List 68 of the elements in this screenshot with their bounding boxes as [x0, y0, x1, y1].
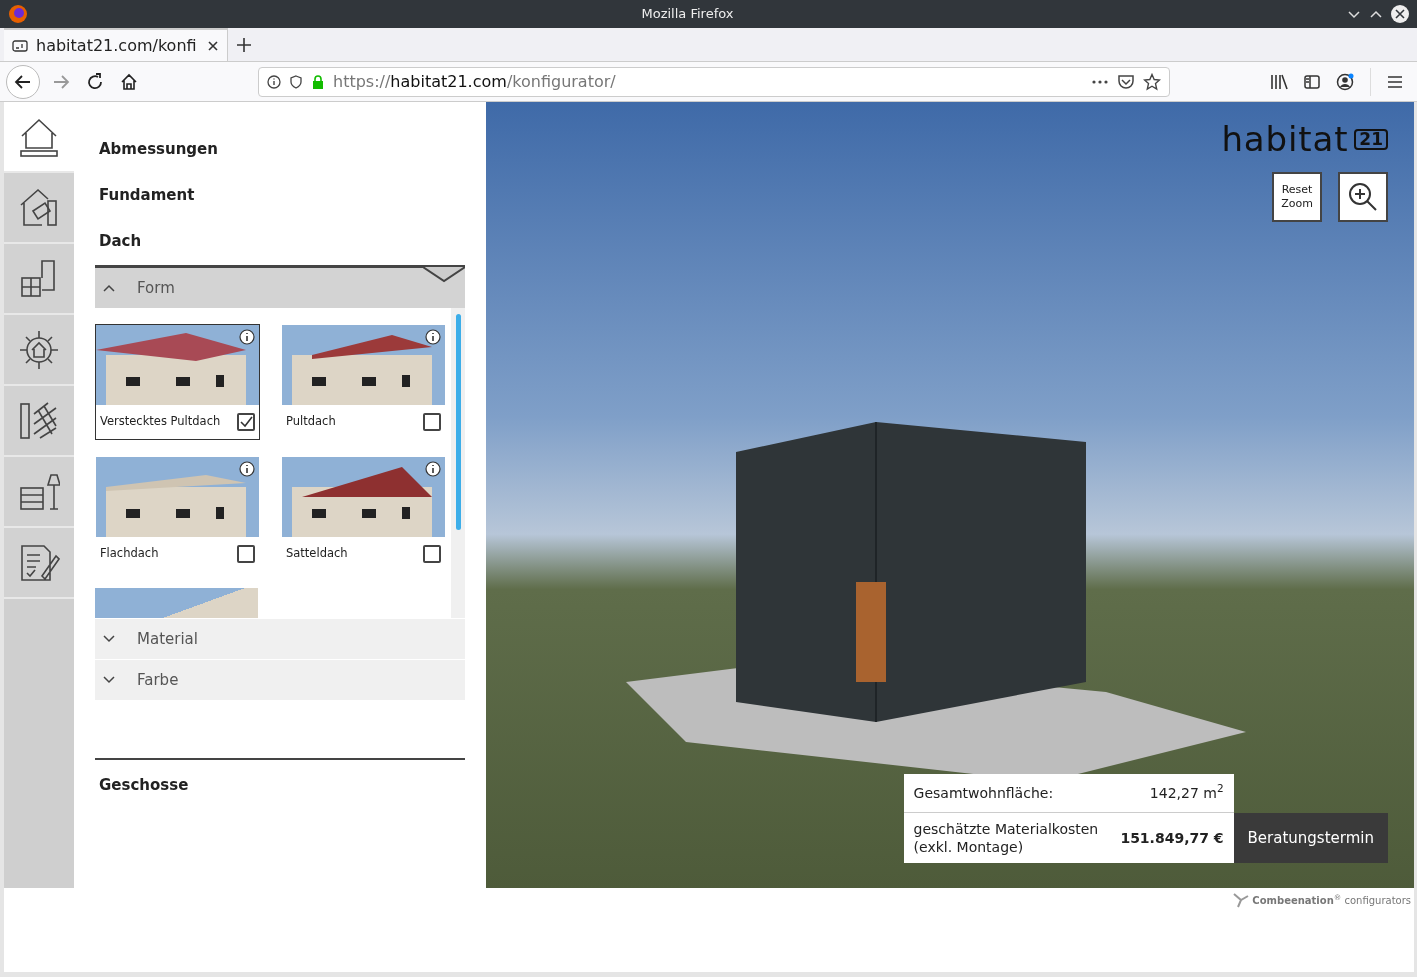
- accordion-header[interactable]: Form: [95, 268, 465, 308]
- back-arrow-icon: [14, 72, 32, 91]
- info-icon[interactable]: [267, 74, 281, 89]
- sidebar-icon[interactable]: [1304, 74, 1320, 89]
- close-icon[interactable]: [207, 39, 219, 52]
- checkbox[interactable]: [423, 545, 441, 563]
- browser-tab[interactable]: habitat21.com/konfi: [4, 28, 228, 61]
- padlock-icon: [311, 74, 325, 89]
- option-label: Satteldach: [286, 545, 348, 563]
- info-icon[interactable]: [239, 329, 255, 345]
- reload-icon[interactable]: [86, 72, 104, 91]
- gear-house-icon: [18, 328, 60, 371]
- chevron-down-icon: [103, 635, 115, 643]
- bee-logo-icon: [1232, 892, 1251, 908]
- roof-option-card[interactable]: Verstecktes Pultdach: [95, 324, 260, 440]
- url-text: https://habitat21.com/konfigurator/: [333, 70, 617, 93]
- home-icon[interactable]: [120, 72, 138, 91]
- checkbox[interactable]: [423, 413, 441, 431]
- info-icon[interactable]: [425, 329, 441, 345]
- area-value: 142,27 m$^{2}$: [1149, 782, 1224, 803]
- info-icon[interactable]: [425, 461, 441, 477]
- logo-badge: 21: [1354, 128, 1388, 150]
- option-label: Flachdach: [100, 545, 159, 563]
- accordion-header[interactable]: Material: [95, 619, 465, 659]
- side-nav-item[interactable]: [4, 102, 74, 173]
- new-tab-icon[interactable]: [236, 37, 252, 53]
- accordion-header[interactable]: Farbe: [95, 660, 465, 700]
- section-heading[interactable]: Abmessungen: [95, 140, 465, 159]
- option-label: Verstecktes Pultdach: [100, 413, 221, 431]
- section-heading[interactable]: Fundament: [95, 186, 465, 205]
- option-label: Pultdach: [286, 413, 336, 431]
- cost-label: geschätzte Materialkosten (exkl. Montage): [913, 820, 1100, 856]
- checkbox[interactable]: [237, 413, 255, 431]
- address-bar[interactable]: https://habitat21.com/konfigurator/: [258, 66, 1170, 97]
- area-label: Gesamtwohnfläche:: [913, 783, 1054, 803]
- chevron-down-icon: [103, 676, 115, 684]
- zoom-in-button[interactable]: [1338, 172, 1388, 222]
- chevron-up-icon: [103, 284, 115, 292]
- footer-credit[interactable]: Combeenation$^{®}$ configurators: [1252, 892, 1411, 908]
- scene-viewer[interactable]: habitat 21 Reset Zoom Gesamtwohnfläche: 142,27 m$^{2}$ geschätzte Materialkosten (exkl. Montage) 151.849,77 € Beratungstermin: [486, 102, 1414, 888]
- tab-favicon-icon: [12, 39, 28, 52]
- roof-option-card[interactable]: Pultdach: [281, 324, 446, 440]
- panels-icon: [18, 399, 60, 442]
- firefox-logo-icon: [8, 4, 28, 24]
- section-heading[interactable]: Dach: [95, 232, 465, 251]
- zoom-in-icon: [1347, 181, 1379, 213]
- reset-zoom-button[interactable]: Reset Zoom: [1272, 172, 1322, 222]
- window-title: Mozilla Firefox: [640, 5, 735, 24]
- forward-icon[interactable]: [52, 72, 70, 91]
- house-swatches-icon: [18, 186, 60, 229]
- menu-icon[interactable]: [1387, 74, 1403, 89]
- roof-option-card[interactable]: Flachdach: [95, 456, 260, 572]
- star-icon[interactable]: [1143, 72, 1161, 91]
- appointment-button[interactable]: Beratungstermin: [1233, 813, 1388, 863]
- library-icon[interactable]: [1270, 73, 1288, 90]
- section-heading[interactable]: Geschosse: [95, 774, 465, 797]
- roof-option-card[interactable]: Satteldach: [281, 456, 446, 572]
- logo-wordmark: habitat: [1221, 122, 1349, 156]
- back-button[interactable]: [6, 64, 40, 99]
- close-icon[interactable]: [1391, 5, 1409, 23]
- pocket-icon[interactable]: [1117, 73, 1135, 90]
- more-icon[interactable]: [1091, 78, 1109, 85]
- checkbox[interactable]: [237, 545, 255, 563]
- shield-icon: [289, 74, 303, 89]
- tab-title: habitat21.com/konfi: [36, 34, 198, 57]
- account-icon[interactable]: [1336, 72, 1354, 91]
- info-icon[interactable]: [239, 461, 255, 477]
- cost-value: 151.849,77 €: [1120, 828, 1224, 848]
